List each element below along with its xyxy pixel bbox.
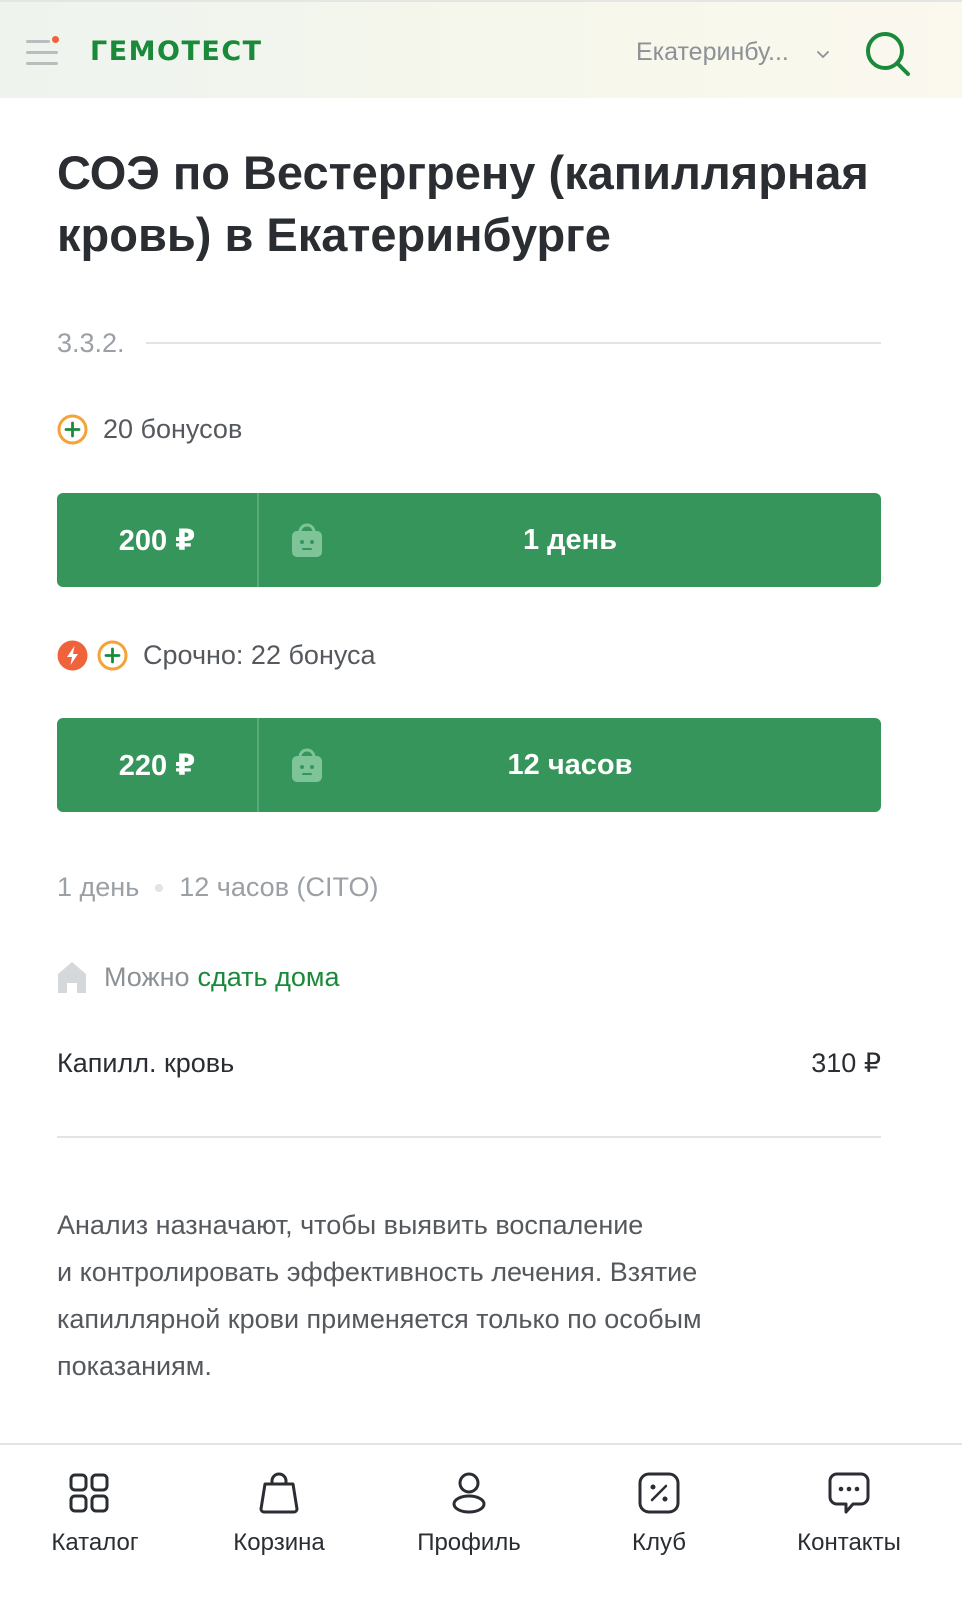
contacts-icon (828, 1472, 870, 1514)
description-line: Анализ назначают, чтобы выявить воспален… (57, 1210, 644, 1240)
capillary-price: 310 ₽ (811, 1048, 881, 1078)
divider (57, 1136, 881, 1138)
price-label: 220 ₽ (57, 718, 259, 812)
catalog-icon (69, 1473, 109, 1513)
description-line: капиллярной крови применяется только по … (57, 1304, 702, 1334)
city-selector[interactable]: Екатеринбу... (636, 38, 836, 67)
page-title: СОЭ по Вестергрену (капиллярная кровь) в… (57, 146, 869, 261)
term-label: 12 часов (507, 748, 633, 781)
menu-button[interactable] (26, 36, 60, 68)
nav-club[interactable]: Клуб (564, 1445, 754, 1602)
nav-label: Клуб (632, 1529, 686, 1556)
separator-dot (155, 883, 164, 892)
home-prefix: Можно (104, 961, 190, 992)
nav-label: Контакты (797, 1529, 901, 1556)
bonus-plus-icon (97, 640, 128, 671)
nav-catalog[interactable]: Каталог (0, 1445, 190, 1602)
profile-icon (452, 1472, 486, 1514)
lightning-icon (57, 640, 88, 671)
bonus-text: 20 бонусов (103, 414, 243, 444)
logo[interactable]: ГЕМОТЕСТ (90, 36, 263, 67)
nav-contacts[interactable]: Контакты (754, 1445, 944, 1602)
nav-label: Корзина (233, 1529, 325, 1556)
add-to-cart-standard-button[interactable]: 200 ₽ 1 день (57, 493, 881, 587)
nav-label: Профиль (417, 1529, 521, 1556)
menu-icon-line (26, 40, 50, 43)
urgent-bonus-text: Срочно: 22 бонуса (143, 640, 376, 670)
house-icon (58, 962, 86, 993)
capillary-blood-row: Капилл. кровь 310 ₽ (57, 1048, 881, 1079)
home-collection: Можно сдать дома (57, 960, 339, 994)
club-icon (638, 1472, 680, 1514)
term-label: 1 день (522, 523, 618, 556)
nav-label: Каталог (51, 1529, 139, 1556)
term-normal: 1 день (57, 872, 140, 902)
bottom-navigation: Каталог Корзина Профиль Клуб Контакты (0, 1443, 962, 1602)
search-icon[interactable] (864, 30, 912, 78)
top-header: ГЕМОТЕСТ Екатеринбу... (0, 0, 962, 98)
price-label: 200 ₽ (57, 493, 259, 587)
menu-icon-line (26, 51, 58, 54)
bonus-plus-icon (57, 414, 88, 445)
urgent-bonus-row: Срочно: 22 бонуса (57, 640, 376, 671)
term-cito: 12 часов (CITO) (179, 872, 379, 902)
bonus-row: 20 бонусов (57, 414, 242, 445)
cart-icon (259, 1472, 299, 1514)
home-collection-link[interactable]: сдать дома (198, 962, 340, 993)
add-to-cart-urgent-button[interactable]: 220 ₽ 12 часов (57, 718, 881, 812)
description-line: и контролировать эффективность лечения. … (57, 1257, 698, 1287)
divider (146, 342, 881, 344)
city-label: Екатеринбу... (636, 38, 789, 66)
nav-profile[interactable]: Профиль (374, 1445, 564, 1602)
capillary-label: Капилл. кровь (57, 1048, 235, 1078)
chevron-down-icon (817, 51, 829, 58)
menu-icon-line (26, 62, 58, 65)
notification-dot (52, 36, 59, 43)
terms-info: 1 день 12 часов (CITO) (57, 872, 379, 903)
description-line: показаниям. (57, 1351, 212, 1381)
test-description: Анализ назначают, чтобы выявить воспален… (57, 1202, 817, 1390)
nav-cart[interactable]: Корзина (184, 1445, 374, 1602)
test-code: 3.3.2. (57, 328, 125, 358)
